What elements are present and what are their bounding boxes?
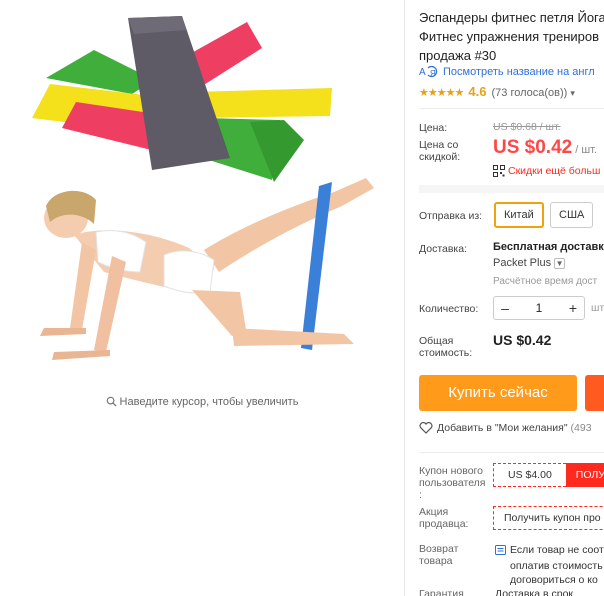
new-user-coupon: US $4.00 ПОЛУ: [493, 463, 604, 487]
product-title-line: Фитнес упражнения трениров: [419, 29, 600, 44]
buy-now-button[interactable]: Купить сейчас: [419, 375, 577, 411]
section-separator: [419, 185, 604, 193]
quantity-unit: шт: [591, 302, 604, 314]
discount-price: US $0.42/ шт.: [493, 137, 597, 159]
total-label-line: Общая: [419, 335, 454, 347]
ship-from-label: Отправка из:: [419, 210, 483, 222]
product-gallery: Наведите курсор, чтобы увеличить: [0, 0, 404, 596]
price-unit: / шт.: [575, 144, 598, 156]
get-coupon-button[interactable]: ПОЛУ: [565, 463, 604, 487]
quantity-stepper: – 1 +: [493, 296, 585, 320]
total-label: Общая стоимость:: [419, 335, 472, 359]
magnifier-icon: [106, 396, 117, 410]
delivery-method-text: Packet Plus: [493, 257, 552, 269]
new-user-coupon-label: Купон нового пользователя :: [419, 465, 491, 501]
old-price: US $0.68 / шт.: [493, 121, 561, 133]
returns-text-line: Если товар не соот: [510, 544, 604, 556]
star-rating-icon: ★★★★★: [419, 87, 464, 99]
rating-value: 4.6: [468, 84, 487, 99]
quantity-decrease-button[interactable]: –: [494, 300, 516, 316]
total-label-line: стоимость:: [419, 347, 473, 359]
svg-text:A: A: [419, 67, 426, 78]
ship-from-option-china[interactable]: Китай: [494, 202, 544, 228]
column-divider: [404, 0, 405, 596]
divider: [419, 108, 604, 109]
product-title: Эспандеры фитнес петля Йога Фитнес упраж…: [419, 8, 604, 65]
returns-text-line: договориться о ко: [510, 574, 598, 586]
zoom-hint-text: Наведите курсор, чтобы увеличить: [119, 396, 299, 408]
quantity-input[interactable]: 1: [516, 301, 562, 315]
promo-label-line: Акция: [419, 506, 449, 518]
coupon-label-line: :: [419, 489, 422, 501]
product-image[interactable]: [14, 10, 394, 390]
svg-text:Я: Я: [430, 69, 436, 78]
guarantee-label: Гарантия: [419, 588, 464, 596]
delivery-time: Расчётное время дост: [493, 276, 598, 287]
quantity-increase-button[interactable]: +: [562, 300, 584, 316]
discount-price-label: Цена со скидкой:: [419, 139, 460, 163]
product-title-line: продажа #30: [419, 48, 497, 63]
chevron-down-icon[interactable]: ▾: [570, 88, 575, 98]
price-label: Цена:: [419, 122, 448, 134]
resistance-bands-graphic: [32, 16, 332, 182]
delivery-value: Бесплатная доставка: [493, 241, 604, 253]
app-discount-text: Скидки ещё больш: [508, 165, 601, 177]
discount-price-amount: US $0.42: [493, 137, 573, 158]
rating-row: ★★★★★ 4.6 (73 голоса(ов)) ▾: [419, 84, 604, 99]
votes-count-link[interactable]: (73 голоса(ов)): [492, 87, 568, 99]
total-value: US $0.42: [493, 332, 552, 348]
add-to-cart-button[interactable]: [585, 375, 604, 411]
discount-label-line: скидкой:: [419, 151, 461, 163]
chevron-down-icon: ▼: [554, 258, 566, 269]
seller-coupon-button[interactable]: Получить купон про: [493, 506, 604, 530]
returns-label: Возврат товара: [419, 543, 458, 567]
zoom-hint: Наведите курсор, чтобы увеличить: [0, 396, 404, 410]
app-discount-link[interactable]: Скидки ещё больш: [493, 165, 600, 180]
returns-text-line: оплатив стоимость: [510, 560, 603, 572]
translate-icon: AЯ: [419, 65, 439, 81]
exercise-model-graphic: [40, 178, 374, 360]
heart-icon: [419, 421, 433, 437]
coupon-label-line: Купон нового: [419, 465, 483, 477]
promo-label-line: продавца:: [419, 518, 469, 530]
translate-link-text: Посмотреть название на англ: [443, 66, 595, 78]
wishlist-text: Добавить в "Мои желания": [437, 422, 568, 434]
document-icon: [495, 545, 506, 559]
wishlist-count: (493: [570, 422, 592, 434]
delivery-method-select[interactable]: Packet Plus ▼: [493, 257, 566, 269]
discount-label-line: Цена со: [419, 139, 459, 151]
seller-promo-label: Акция продавца:: [419, 506, 468, 530]
add-to-wishlist-link[interactable]: Добавить в "Мои желания" (493: [419, 421, 592, 437]
returns-label-line: товара: [419, 555, 453, 567]
returns-policy-text: Если товар не соот оплатив стоимость дог…: [495, 543, 604, 587]
guarantee-text: Доставка в срок: [495, 588, 574, 596]
product-title-line: Эспандеры фитнес петля Йога: [419, 10, 604, 25]
coupon-label-line: пользователя: [419, 477, 486, 489]
divider: [419, 452, 604, 453]
coupon-value: US $4.00: [493, 463, 566, 487]
qr-code-icon: [493, 165, 505, 180]
product-info-panel: Эспандеры фитнес петля Йога Фитнес упраж…: [419, 0, 604, 596]
translate-title-link[interactable]: AЯ Посмотреть название на англ: [419, 65, 604, 81]
returns-label-line: Возврат: [419, 543, 459, 555]
quantity-label: Количество:: [419, 303, 479, 315]
ship-from-option-usa[interactable]: США: [550, 202, 594, 228]
delivery-label: Доставка:: [419, 243, 468, 255]
